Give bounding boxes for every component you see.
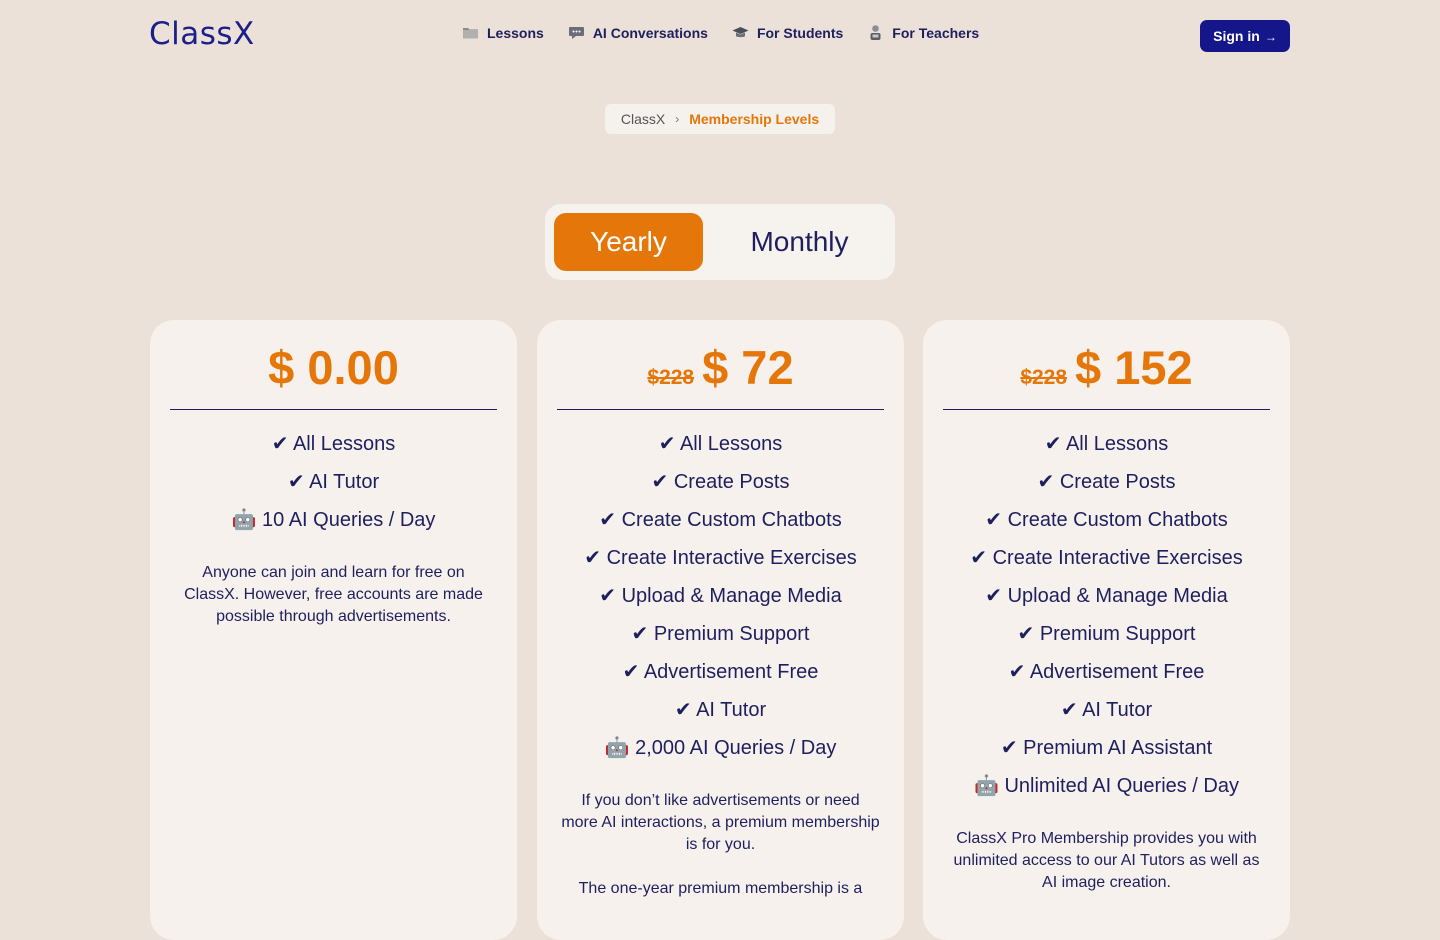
- breadcrumb-home[interactable]: ClassX: [621, 111, 665, 127]
- plan-card-pro: $228 $ 152 ✔ All Lessons ✔ Create Posts …: [923, 320, 1290, 940]
- site-header: ClassX Lessons AI Conversations For Stud…: [0, 0, 1440, 72]
- plan-description-text: Anyone can join and learn for free on Cl…: [184, 564, 483, 625]
- feature-item: ✔ Create Custom Chatbots: [985, 509, 1228, 531]
- nav-for-students-label: For Students: [756, 24, 844, 41]
- breadcrumb-current: Membership Levels: [689, 111, 820, 127]
- feature-item: ✔ AI Tutor: [674, 699, 767, 721]
- feature-item: ✔ AI Tutor: [1060, 699, 1153, 721]
- feature-item: ✔ Create Custom Chatbots: [599, 509, 842, 531]
- price-row: $228 $ 72: [557, 344, 884, 410]
- plan-description-text: If you don’t like advertisements or need…: [561, 792, 880, 853]
- feature-item: 🤖 10 AI Queries / Day: [231, 509, 436, 531]
- plan-description-text: ClassX Pro Membership provides you with …: [953, 830, 1260, 891]
- main-nav: Lessons AI Conversations For Students Fo…: [462, 24, 979, 41]
- plan-price: $ 152: [1075, 341, 1193, 394]
- feature-item: ✔ Upload & Manage Media: [985, 585, 1228, 607]
- nav-for-students[interactable]: For Students: [732, 24, 843, 41]
- chevron-right-icon: ›: [675, 112, 680, 126]
- plan-description-text: The one-year premium membership is a: [578, 880, 863, 897]
- nav-for-teachers[interactable]: For Teachers: [867, 24, 979, 41]
- feature-item: ✔ Premium AI Assistant: [1000, 737, 1213, 759]
- feature-item: ✔ Upload & Manage Media: [599, 585, 842, 607]
- graduation-cap-icon: [732, 27, 749, 38]
- feature-list: ✔ All Lessons ✔ Create Posts ✔ Create Cu…: [923, 425, 1290, 916]
- original-price: $228: [647, 366, 695, 389]
- plan-description: If you don’t like advertisements or need…: [537, 790, 904, 900]
- nav-lessons-label: Lessons: [487, 24, 544, 41]
- nav-lessons[interactable]: Lessons: [462, 24, 544, 41]
- toggle-yearly[interactable]: Yearly: [554, 213, 703, 271]
- feature-item: ✔ All Lessons: [658, 433, 783, 455]
- plan-price: $ 72: [702, 341, 794, 394]
- plan-card-free: $ 0.00 ✔ All Lessons ✔ AI Tutor 🤖 10 AI …: [150, 320, 517, 940]
- feature-item: ✔ Create Interactive Exercises: [970, 547, 1243, 569]
- plan-description: ClassX Pro Membership provides you with …: [923, 828, 1290, 894]
- chat-bubble-icon: [568, 27, 584, 39]
- nav-ai-conversations-label: AI Conversations: [592, 24, 708, 41]
- sign-in-button[interactable]: Sign in →: [1200, 20, 1290, 52]
- teacher-icon: [870, 25, 881, 40]
- plan-card-premium: $228 $ 72 ✔ All Lessons ✔ Create Posts ✔…: [537, 320, 904, 940]
- folder-icon: [463, 28, 478, 39]
- breadcrumb: ClassX › Membership Levels: [605, 104, 835, 134]
- feature-list: ✔ All Lessons ✔ AI Tutor 🤖 10 AI Queries…: [150, 425, 517, 650]
- feature-item: ✔ Create Interactive Exercises: [584, 547, 857, 569]
- original-price: $228: [1020, 366, 1068, 389]
- sign-in-label: Sign in: [1213, 28, 1260, 44]
- billing-period-toggle: Yearly Monthly: [545, 204, 895, 280]
- feature-list: ✔ All Lessons ✔ Create Posts ✔ Create Cu…: [537, 425, 904, 922]
- feature-item: ✔ All Lessons: [271, 433, 396, 455]
- plan-description: Anyone can join and learn for free on Cl…: [150, 562, 517, 628]
- feature-item: ✔ Create Posts: [1037, 471, 1176, 493]
- feature-item: 🤖 Unlimited AI Queries / Day: [974, 775, 1239, 797]
- feature-item: ✔ Advertisement Free: [1008, 661, 1205, 683]
- feature-item: ✔ Premium Support: [1017, 623, 1196, 645]
- arrow-right-icon: →: [1264, 30, 1277, 44]
- price-row: $228 $ 152: [943, 344, 1270, 410]
- feature-item: ✔ Advertisement Free: [622, 661, 819, 683]
- feature-item: ✔ All Lessons: [1044, 433, 1169, 455]
- feature-item: 🤖 2,000 AI Queries / Day: [604, 737, 837, 759]
- nav-ai-conversations[interactable]: AI Conversations: [568, 24, 708, 41]
- feature-item: ✔ AI Tutor: [287, 471, 380, 493]
- price-row: $ 0.00: [170, 344, 497, 410]
- plan-price: $ 0.00: [268, 341, 399, 394]
- feature-item: ✔ Premium Support: [631, 623, 810, 645]
- feature-item: ✔ Create Posts: [651, 471, 790, 493]
- nav-for-teachers-label: For Teachers: [892, 24, 980, 41]
- classx-logo[interactable]: ClassX: [149, 16, 255, 52]
- toggle-monthly[interactable]: Monthly: [725, 213, 874, 271]
